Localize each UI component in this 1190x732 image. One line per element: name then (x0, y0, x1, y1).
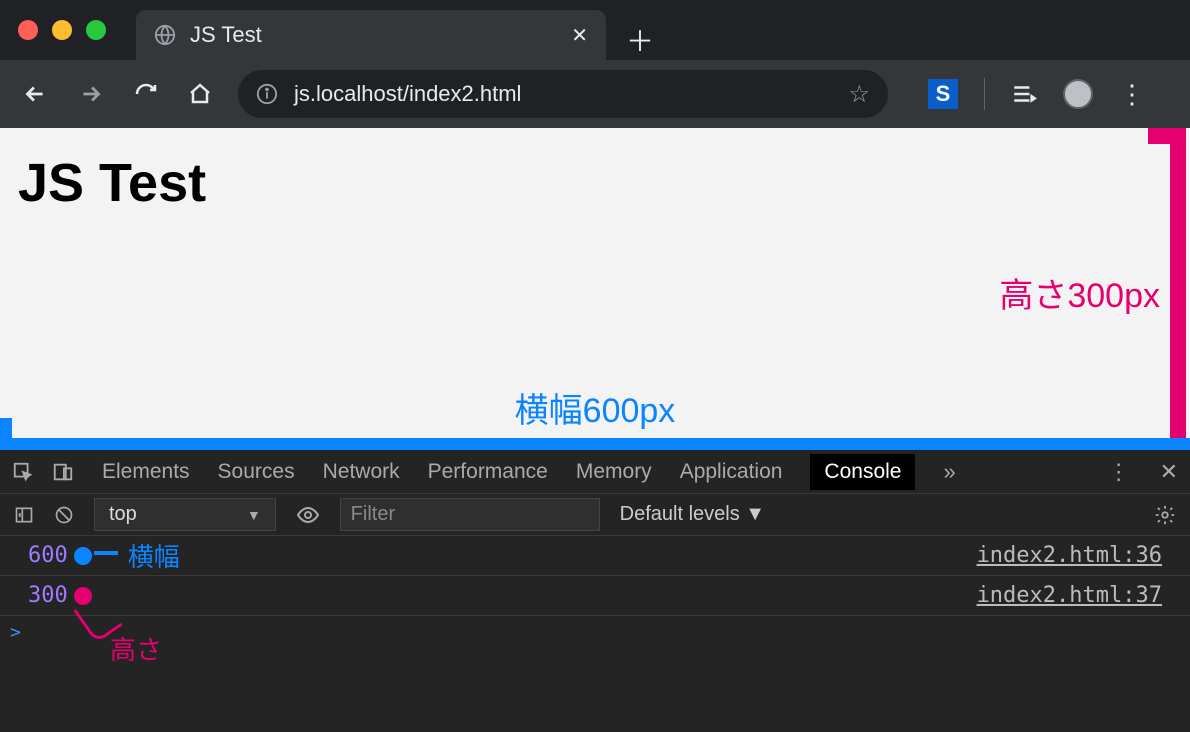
clear-console-icon[interactable] (54, 505, 74, 525)
tab-title: JS Test (190, 22, 557, 48)
width-bracket (0, 438, 1190, 450)
devtools-tab-bar: Elements Sources Network Performance Mem… (0, 450, 1190, 494)
console-prompt[interactable]: > (0, 616, 1190, 649)
extension-icons: S ⋮ (928, 78, 1145, 110)
window-maximize-button[interactable] (86, 20, 106, 40)
width-annotation: 横幅600px (0, 383, 1190, 432)
console-row[interactable]: 300 index2.html:37 (0, 576, 1190, 616)
devtools-tab-network[interactable]: Network (323, 460, 400, 484)
window-controls (18, 20, 106, 40)
log-source[interactable]: index2.html:37 (977, 583, 1162, 608)
window-close-button[interactable] (18, 20, 38, 40)
address-bar[interactable]: js.localhost/index2.html ☆ (238, 70, 888, 118)
window-minimize-button[interactable] (52, 20, 72, 40)
browser-toolbar: js.localhost/index2.html ☆ S ⋮ (0, 60, 1190, 128)
log-source[interactable]: index2.html:36 (977, 543, 1162, 568)
log-value: 300 (28, 583, 68, 608)
log-levels-select[interactable]: Default levels ▼ (620, 503, 765, 526)
tab-strip: JS Test ✕ ＋ (136, 0, 674, 60)
devtools-tab-console[interactable]: Console (810, 454, 915, 490)
separator (984, 78, 985, 110)
bookmark-star-icon[interactable]: ☆ (848, 80, 870, 109)
inspect-icon[interactable] (12, 461, 34, 483)
devtools-tab-memory[interactable]: Memory (576, 460, 652, 484)
page-content: JS Test 高さ300px 横幅600px (0, 128, 1190, 450)
height-callout: 高さ (110, 630, 162, 667)
console-filter-input[interactable]: Filter (340, 498, 600, 531)
devtools-left-icons (12, 461, 74, 483)
page-heading: JS Test (0, 128, 1190, 214)
log-value: 600 (28, 543, 68, 568)
globe-icon (154, 24, 176, 46)
context-label: top (109, 503, 137, 526)
connector-line (94, 551, 118, 555)
console-settings-icon[interactable] (1154, 504, 1176, 526)
console-toolbar: top ▼ Filter Default levels ▼ (0, 494, 1190, 536)
chevron-down-icon: ▼ (247, 507, 261, 523)
devtools-panel: Elements Sources Network Performance Mem… (0, 450, 1190, 732)
devtools-tab-elements[interactable]: Elements (102, 460, 190, 484)
extension-s-icon[interactable]: S (928, 79, 958, 109)
new-tab-button[interactable]: ＋ (606, 20, 674, 60)
home-button[interactable] (188, 82, 212, 106)
height-annotation: 高さ300px (999, 268, 1160, 317)
browser-tab[interactable]: JS Test ✕ (136, 10, 606, 60)
back-button[interactable] (22, 81, 48, 107)
devtools-tab-sources[interactable]: Sources (218, 460, 295, 484)
devtools-close-icon[interactable]: ✕ (1160, 459, 1178, 485)
blue-dot-icon (74, 547, 92, 565)
site-info-icon[interactable] (256, 83, 278, 105)
nav-buttons (22, 81, 212, 107)
reading-list-icon[interactable] (1011, 81, 1037, 107)
devtools-menu-icon[interactable]: ⋮ (1108, 459, 1130, 485)
width-callout: 横幅 (128, 537, 180, 574)
menu-icon[interactable]: ⋮ (1119, 79, 1145, 110)
console-sidebar-toggle-icon[interactable] (14, 505, 34, 525)
device-toggle-icon[interactable] (52, 461, 74, 483)
console-log: 600 横幅 index2.html:36 300 index2.html:37… (0, 536, 1190, 732)
browser-title-bar: JS Test ✕ ＋ (0, 0, 1190, 60)
reload-button[interactable] (134, 82, 158, 106)
forward-button[interactable] (78, 81, 104, 107)
console-context-select[interactable]: top ▼ (94, 498, 276, 531)
profile-avatar[interactable] (1063, 79, 1093, 109)
url-text: js.localhost/index2.html (294, 81, 832, 107)
live-expression-icon[interactable] (296, 503, 320, 527)
console-row[interactable]: 600 横幅 index2.html:36 (0, 536, 1190, 576)
devtools-tab-performance[interactable]: Performance (428, 460, 548, 484)
devtools-tab-application[interactable]: Application (680, 460, 783, 484)
more-tabs-icon[interactable]: » (943, 459, 955, 485)
close-icon[interactable]: ✕ (571, 23, 588, 48)
devtools-right-icons: ⋮ ✕ (1108, 459, 1178, 485)
